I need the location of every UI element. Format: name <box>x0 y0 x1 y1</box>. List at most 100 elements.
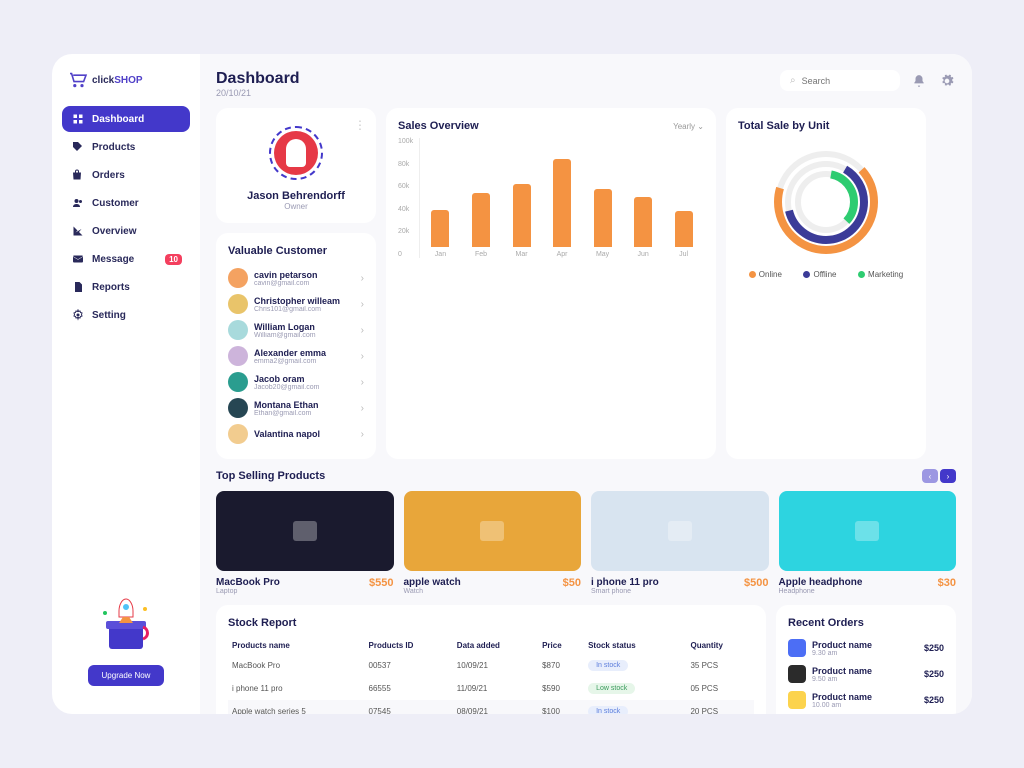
sidebar-item-customer[interactable]: Customer <box>62 190 190 216</box>
customer-name: cavin petarson <box>254 270 355 280</box>
tag-icon <box>72 141 84 153</box>
product-card[interactable]: apple watchWatch$50 <box>404 491 582 595</box>
chevron-right-icon: › <box>361 273 364 284</box>
customer-row[interactable]: William LoganWilliam@gmail.com› <box>228 317 364 343</box>
customer-avatar <box>228 346 248 366</box>
product-price: $500 <box>744 577 768 589</box>
search-box[interactable]: ⌕ <box>780 70 900 91</box>
customer-avatar <box>228 320 248 340</box>
product-image <box>779 491 957 571</box>
page-title: Dashboard <box>216 70 300 88</box>
column-header: Data added <box>453 637 538 654</box>
bar-label: Apr <box>557 251 568 258</box>
product-name: Apple headphone <box>779 577 863 588</box>
next-button[interactable]: › <box>940 469 956 483</box>
sidebar-item-dashboard[interactable]: Dashboard <box>62 106 190 132</box>
chart-icon <box>72 225 84 237</box>
gear-icon[interactable] <box>938 72 956 90</box>
badge: 10 <box>165 254 182 265</box>
product-card[interactable]: MacBook ProLaptop$550 <box>216 491 394 595</box>
product-category: Smart phone <box>591 588 659 595</box>
customer-row[interactable]: Valantina napol › <box>228 421 364 447</box>
chevron-right-icon: › <box>361 429 364 440</box>
product-price: $50 <box>563 577 581 589</box>
customer-row[interactable]: Jacob oramJacob20@gmail.com› <box>228 369 364 395</box>
product-card[interactable]: i phone 11 proSmart phone $500 <box>591 491 769 595</box>
sidebar-item-message[interactable]: Message10 <box>62 246 190 272</box>
logo[interactable]: clickSHOP <box>62 72 190 88</box>
order-price: $250 <box>924 643 944 653</box>
legend-item: Marketing <box>858 270 903 279</box>
profile-role: Owner <box>284 202 308 211</box>
sidebar-item-label: Orders <box>92 170 125 181</box>
top-products-title: Top Selling Products <box>216 470 325 482</box>
bar <box>431 210 449 247</box>
bar <box>634 197 652 247</box>
bell-icon[interactable] <box>910 72 928 90</box>
product-image <box>404 491 582 571</box>
orders-title: Recent Orders <box>788 617 944 629</box>
sidebar-item-overview[interactable]: Overview <box>62 218 190 244</box>
column-header: Quantity <box>686 637 754 654</box>
more-icon[interactable]: ⋮ <box>354 118 366 132</box>
customer-email: cavin@gmail.com <box>254 280 355 287</box>
customer-row[interactable]: Alexander emmaemma2@gmail.com› <box>228 343 364 369</box>
customer-row[interactable]: Montana EthanEthan@gmail.com› <box>228 395 364 421</box>
mail-icon <box>72 253 84 265</box>
bar-label: May <box>596 251 609 258</box>
order-time: 9.30 am <box>812 650 918 657</box>
product-name: i phone 11 pro <box>591 577 659 588</box>
logo-text: clickSHOP <box>92 75 143 86</box>
legend-item: Offline <box>803 270 836 279</box>
customer-avatar <box>228 268 248 288</box>
bar-label: Jan <box>435 251 446 258</box>
avatar <box>269 126 323 180</box>
grid-icon <box>72 113 84 125</box>
order-row[interactable]: Product name12.00 pm$250 <box>788 713 944 714</box>
column-header: Stock status <box>584 637 686 654</box>
table-row[interactable]: i phone 11 pro6655511/09/21$590Low stock… <box>228 677 754 700</box>
product-price: $30 <box>938 577 956 589</box>
cart-icon <box>68 72 88 88</box>
stock-report-card: Stock Report Products nameProducts IDDat… <box>216 605 766 714</box>
prev-button[interactable]: ‹ <box>922 469 938 483</box>
sidebar-item-setting[interactable]: Setting <box>62 302 190 328</box>
customer-email: Ethan@gmail.com <box>254 410 355 417</box>
product-card[interactable]: Apple headphoneHeadphone$30 <box>779 491 957 595</box>
sidebar-item-reports[interactable]: Reports <box>62 274 190 300</box>
bar <box>513 184 531 247</box>
table-row[interactable]: MacBook Pro0053710/09/21$870In stock35 P… <box>228 654 754 677</box>
sidebar-item-orders[interactable]: Orders <box>62 162 190 188</box>
bar-label: Jun <box>637 251 648 258</box>
gear-icon <box>72 309 84 321</box>
donut-title: Total Sale by Unit <box>738 120 914 132</box>
product-name: apple watch <box>404 577 461 588</box>
period-select[interactable]: Yearly ⌄ <box>673 122 704 131</box>
stock-title: Stock Report <box>228 617 754 629</box>
customer-row[interactable]: cavin petarsoncavin@gmail.com › <box>228 265 364 291</box>
status-badge: In stock <box>588 660 628 671</box>
order-thumb <box>788 691 806 709</box>
rocket-illustration <box>91 587 161 657</box>
order-thumb <box>788 639 806 657</box>
customer-name: Christopher willeam <box>254 296 355 306</box>
search-input[interactable] <box>802 76 890 86</box>
product-price: $550 <box>369 577 393 589</box>
product-image <box>216 491 394 571</box>
sidebar-item-label: Setting <box>92 310 126 321</box>
sidebar-item-products[interactable]: Products <box>62 134 190 160</box>
customer-avatar <box>228 424 248 444</box>
profile-card: ⋮ Jason Behrendorff Owner <box>216 108 376 223</box>
table-row[interactable]: Apple watch series 50754508/09/21$100In … <box>228 700 754 714</box>
top-products-section: Top Selling Products ‹ › MacBook ProLapt… <box>216 469 956 595</box>
order-row[interactable]: Product name9.50 am$250 <box>788 661 944 687</box>
upgrade-button[interactable]: Upgrade Now <box>88 665 165 686</box>
customer-avatar <box>228 372 248 392</box>
customer-name: Valantina napol <box>254 429 355 439</box>
sidebar-item-label: Reports <box>92 282 130 293</box>
order-row[interactable]: Product name9.30 am$250 <box>788 635 944 661</box>
customer-row[interactable]: Christopher willeamChris101@gmail.com› <box>228 291 364 317</box>
customers-card: Valuable Customer cavin petarsoncavin@gm… <box>216 233 376 459</box>
order-row[interactable]: Product name10.00 am$250 <box>788 687 944 713</box>
users-icon <box>72 197 84 209</box>
